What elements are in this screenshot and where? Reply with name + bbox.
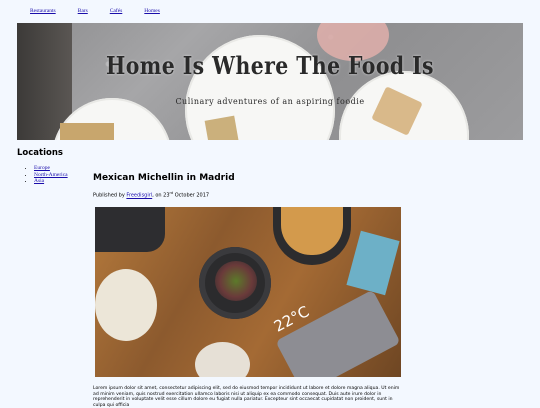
location-link-north-america[interactable]: North-America	[34, 172, 68, 178]
nav-link-bars[interactable]: Bars	[78, 8, 88, 14]
location-link-europe[interactable]: Europe	[34, 165, 50, 171]
photo-glass	[195, 342, 250, 377]
top-nav: Restaurants Bars Cafés Homes	[30, 8, 182, 14]
photo-card	[346, 230, 400, 296]
locations-heading: Locations	[17, 148, 63, 158]
list-item: Asia	[34, 178, 68, 185]
nav-link-restaurants[interactable]: Restaurants	[30, 8, 56, 14]
site-subtitle: Culinary adventures of an aspiring foodi…	[175, 97, 365, 106]
nav-link-homes[interactable]: Homes	[144, 8, 160, 14]
site-title: Home Is Where The Food Is	[106, 51, 434, 80]
post-photo: 22°C	[95, 207, 401, 377]
photo-drink	[95, 269, 157, 341]
photo-food	[215, 261, 257, 301]
hero-photo-napkin	[60, 123, 114, 140]
photo-bag	[95, 207, 165, 252]
hero-banner: Home Is Where The Food Is Culinary adven…	[17, 23, 523, 140]
meta-prefix: Published by	[93, 192, 127, 199]
author-link[interactable]: Freedisgirl	[126, 193, 152, 199]
meta-date-rest: October 2017	[173, 192, 210, 199]
nav-link-cafes[interactable]: Cafés	[110, 8, 123, 14]
photo-tray	[275, 289, 401, 377]
locations-list: Europe North-America Asia	[24, 165, 68, 185]
post-meta: Published by Freedisgirl, on 23rd Octobe…	[93, 191, 209, 199]
post-title: Mexican Michellin in Madrid	[93, 173, 235, 183]
meta-date: , on 23	[152, 192, 170, 199]
location-link-asia[interactable]: Asia	[34, 178, 44, 184]
hero-photo-napkin	[204, 115, 240, 140]
